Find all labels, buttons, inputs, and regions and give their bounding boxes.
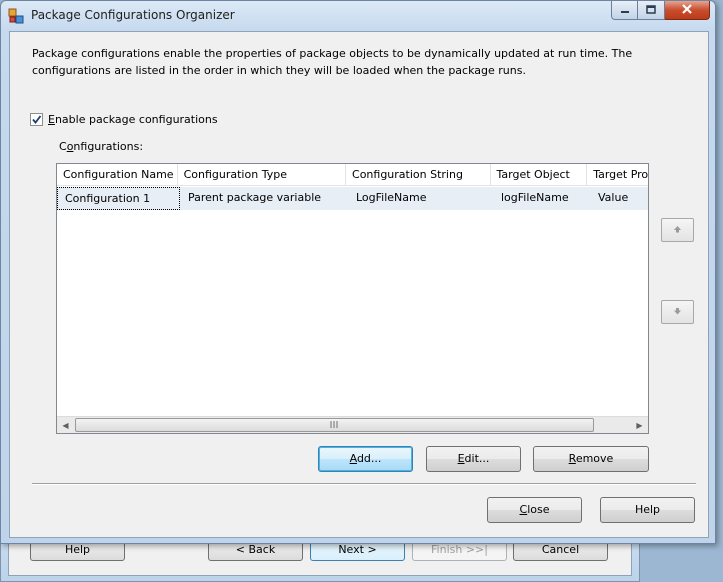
- close-button[interactable]: Close: [487, 497, 582, 523]
- title-bar: Package Configurations Organizer: [1, 1, 715, 29]
- grid-header: Configuration Name Configuration Type Co…: [57, 164, 648, 186]
- window-title: Package Configurations Organizer: [31, 8, 235, 22]
- column-header-configuration-string[interactable]: Configuration String: [346, 164, 491, 186]
- scroll-left-icon[interactable]: ◀: [57, 417, 74, 433]
- cell-configuration-type[interactable]: Parent package variable: [180, 187, 348, 210]
- add-button[interactable]: Add...: [318, 446, 413, 472]
- maximize-icon: [646, 4, 656, 17]
- checkmark-icon: [32, 115, 42, 124]
- move-down-button[interactable]: [661, 300, 694, 324]
- scrollbar-thumb[interactable]: [75, 418, 594, 432]
- column-header-target-property[interactable]: Target Pro: [587, 164, 648, 186]
- separator-line: [32, 483, 696, 485]
- description-text: Package configurations enable the proper…: [32, 47, 633, 77]
- cell-configuration-name[interactable]: Configuration 1: [57, 187, 180, 210]
- package-configurations-dialog: Package Configurations Organizer Package…: [0, 0, 716, 544]
- horizontal-scrollbar[interactable]: ◀ ▶: [57, 416, 648, 433]
- enable-configurations-label: Enable package configurations: [48, 113, 218, 126]
- edit-button[interactable]: Edit...: [426, 446, 521, 472]
- minimize-button[interactable]: [611, 1, 638, 20]
- scroll-right-icon[interactable]: ▶: [631, 417, 648, 433]
- dialog-client-area: Package configurations enable the proper…: [9, 31, 709, 538]
- enable-configurations-checkbox[interactable]: [30, 113, 43, 126]
- column-header-configuration-type[interactable]: Configuration Type: [178, 164, 347, 186]
- grip-icon: [330, 420, 339, 430]
- cell-configuration-string[interactable]: LogFileName: [348, 187, 493, 210]
- close-window-button[interactable]: [665, 1, 710, 20]
- maximize-button[interactable]: [638, 1, 665, 20]
- configurations-grid[interactable]: Configuration Name Configuration Type Co…: [56, 163, 649, 434]
- arrow-down-icon: [673, 307, 682, 318]
- help-button[interactable]: Help: [600, 497, 695, 523]
- enable-configurations-checkbox-row[interactable]: Enable package configurations: [30, 113, 218, 126]
- table-row[interactable]: Configuration 1 Parent package variable …: [57, 187, 648, 210]
- move-up-button[interactable]: [661, 218, 694, 242]
- arrow-up-icon: [673, 225, 682, 236]
- cell-target-property[interactable]: Value: [590, 187, 648, 210]
- package-app-icon: [8, 8, 24, 24]
- column-header-configuration-name[interactable]: Configuration Name: [57, 164, 178, 186]
- caption-buttons: [611, 1, 710, 20]
- close-icon: [681, 3, 693, 17]
- remove-button[interactable]: Remove: [533, 446, 649, 472]
- minimize-icon: [620, 4, 630, 17]
- column-header-target-object[interactable]: Target Object: [491, 164, 588, 186]
- configurations-label: Configurations:: [59, 140, 144, 153]
- cell-target-object[interactable]: logFileName: [493, 187, 590, 210]
